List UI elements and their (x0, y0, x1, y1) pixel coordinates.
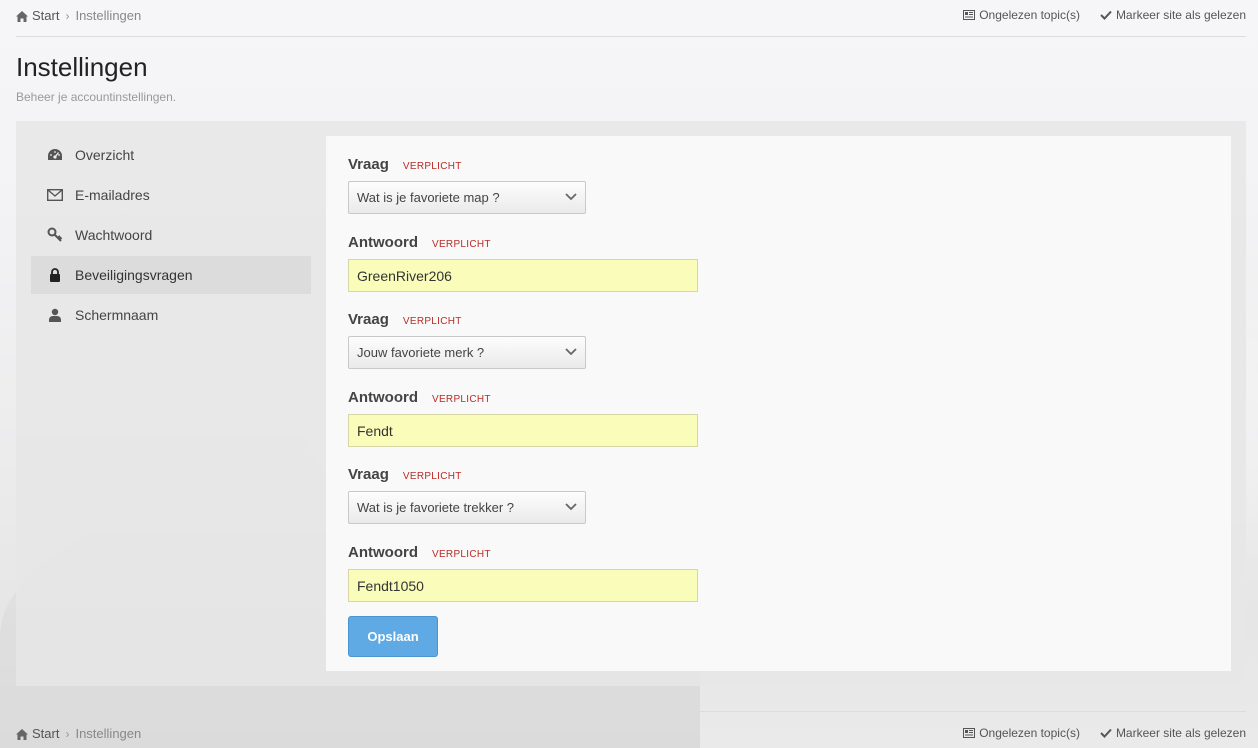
sidebar-item-beveiligingsvragen[interactable]: Beveiligingsvragen (31, 256, 311, 294)
mark-read-link[interactable]: Markeer site als gelezen (1100, 8, 1246, 22)
mark-read-link[interactable]: Markeer site als gelezen (1100, 726, 1246, 740)
envelope-icon (47, 187, 63, 203)
question-3-select[interactable]: Wat is je favoriete trekker ? (348, 491, 586, 524)
bottom-navigation-bar: Start › Instellingen Ongelezen topic(s) … (16, 724, 1246, 744)
required-badge: VERPLICHT (431, 549, 491, 560)
sidebar-item-label: Schermnaam (75, 307, 159, 323)
unread-topics-link[interactable]: Ongelezen topic(s) (963, 726, 1080, 740)
security-questions-form: Vraag VERPLICHT Wat is je favoriete map … (326, 136, 1231, 671)
required-badge: VERPLICHT (431, 239, 491, 250)
mark-read-label: Markeer site als gelezen (1115, 8, 1246, 22)
required-badge: VERPLICHT (402, 471, 462, 482)
chevron-down-icon (565, 193, 577, 201)
sidebar-item-label: Overzicht (75, 147, 135, 163)
chevron-down-icon (565, 503, 577, 511)
sidebar-item-overzicht[interactable]: Overzicht (31, 136, 311, 174)
question-1-value: Wat is je favoriete map ? (357, 190, 500, 205)
breadcrumb: Start › Instellingen (16, 8, 141, 23)
chevron-right-icon: › (65, 726, 70, 741)
answer-1-input[interactable]: GreenRiver206 (348, 259, 698, 292)
answer-1-label-row: Antwoord VERPLICHT (348, 234, 491, 251)
sidebar-item-wachtwoord[interactable]: Wachtwoord (31, 216, 311, 254)
answer-3-input[interactable]: Fendt1050 (348, 569, 698, 602)
top-links: Ongelezen topic(s) Markeer site als gele… (963, 8, 1246, 22)
lock-icon (47, 267, 63, 283)
unread-topics-label: Ongelezen topic(s) (979, 8, 1080, 22)
unread-topics-label: Ongelezen topic(s) (979, 726, 1080, 740)
sidebar-item-label: Wachtwoord (75, 227, 153, 243)
question-2-value: Jouw favoriete merk ? (357, 345, 485, 360)
answer-label: Antwoord (348, 234, 418, 251)
dashboard-icon (47, 147, 63, 163)
home-icon[interactable] (16, 728, 28, 740)
save-button[interactable]: Opslaan (348, 616, 438, 657)
settings-sidebar: Overzicht E-mailadres Wachtwoord Beveili… (31, 136, 311, 336)
key-icon (47, 227, 63, 243)
question-3-label-row: Vraag VERPLICHT (348, 466, 462, 483)
settings-panel: Overzicht E-mailadres Wachtwoord Beveili… (16, 121, 1246, 686)
breadcrumb-home-link[interactable]: Start (32, 8, 59, 23)
top-navigation-bar: Start › Instellingen Ongelezen topic(s) … (16, 6, 1246, 26)
check-icon (1100, 728, 1112, 738)
question-3-value: Wat is je favoriete trekker ? (357, 500, 515, 515)
page-subtitle: Beheer je accountinstellingen. (16, 90, 177, 104)
bottom-links: Ongelezen topic(s) Markeer site als gele… (963, 726, 1246, 740)
sidebar-item-label: Beveiligingsvragen (75, 267, 193, 283)
chevron-down-icon (565, 348, 577, 356)
newspaper-icon (963, 728, 976, 738)
sidebar-item-schermnaam[interactable]: Schermnaam (31, 296, 311, 334)
page-title: Instellingen (16, 52, 148, 82)
question-1-label-row: Vraag VERPLICHT (348, 156, 462, 173)
answer-label: Antwoord (348, 389, 418, 406)
required-badge: VERPLICHT (402, 316, 462, 327)
newspaper-icon (963, 10, 976, 20)
sidebar-item-label: E-mailadres (75, 187, 150, 203)
question-2-select[interactable]: Jouw favoriete merk ? (348, 336, 586, 369)
answer-2-label-row: Antwoord VERPLICHT (348, 389, 491, 406)
question-2-label-row: Vraag VERPLICHT (348, 311, 462, 328)
question-1-select[interactable]: Wat is je favoriete map ? (348, 181, 586, 214)
bottom-divider (16, 711, 1246, 712)
breadcrumb-current: Instellingen (75, 726, 142, 741)
required-badge: VERPLICHT (402, 161, 462, 172)
unread-topics-link[interactable]: Ongelezen topic(s) (963, 8, 1080, 22)
mark-read-label: Markeer site als gelezen (1115, 726, 1246, 740)
breadcrumb: Start › Instellingen (16, 726, 141, 741)
top-divider (16, 36, 1246, 37)
question-label: Vraag (348, 466, 389, 483)
user-icon (47, 307, 63, 323)
breadcrumb-home-link[interactable]: Start (32, 726, 59, 741)
required-badge: VERPLICHT (431, 394, 491, 405)
home-icon[interactable] (16, 10, 28, 22)
breadcrumb-current: Instellingen (75, 8, 142, 23)
answer-2-input[interactable]: Fendt (348, 414, 698, 447)
check-icon (1100, 10, 1112, 20)
question-label: Vraag (348, 156, 389, 173)
chevron-right-icon: › (65, 8, 70, 23)
sidebar-item-emailadres[interactable]: E-mailadres (31, 176, 311, 214)
answer-label: Antwoord (348, 544, 418, 561)
question-label: Vraag (348, 311, 389, 328)
answer-3-label-row: Antwoord VERPLICHT (348, 544, 491, 561)
